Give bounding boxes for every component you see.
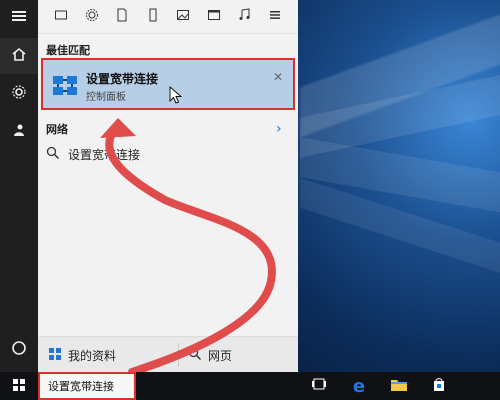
taskbar-search-box[interactable]: 设置宽带连接 <box>38 372 136 400</box>
start-button[interactable] <box>5 372 33 400</box>
store-icon <box>431 376 447 396</box>
annotation-arrow <box>100 118 276 376</box>
edge-button[interactable]: e <box>345 372 373 400</box>
taskbar-search-text: 设置宽带连接 <box>48 380 114 393</box>
task-view-button[interactable] <box>305 372 333 400</box>
store-button[interactable] <box>425 372 453 400</box>
task-view-icon <box>311 376 327 396</box>
start-windows-logo-icon <box>12 377 26 396</box>
file-explorer-button[interactable] <box>385 372 413 400</box>
file-explorer-icon <box>390 376 408 396</box>
edge-icon: e <box>352 375 366 397</box>
